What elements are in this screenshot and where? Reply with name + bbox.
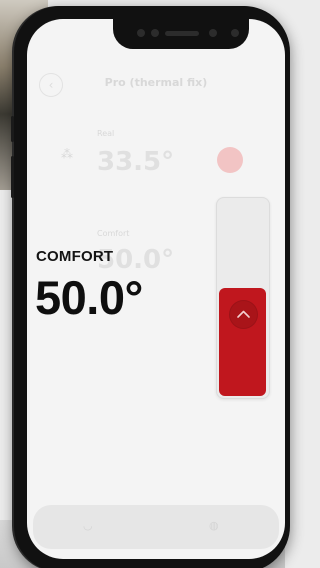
chevron-up-icon — [237, 310, 250, 318]
home-icon[interactable]: ◡ — [83, 519, 93, 532]
phone-notch — [113, 19, 249, 49]
phone-side-button — [11, 116, 14, 142]
slider-handle[interactable] — [229, 300, 258, 329]
thermometer-icon: ⁂ — [61, 147, 73, 161]
settings-icon[interactable]: ◍ — [209, 519, 219, 532]
mode-label: COMFORT — [36, 248, 114, 265]
notch-speaker — [165, 31, 199, 36]
temperature-slider[interactable] — [216, 197, 270, 399]
notch-sensor — [137, 29, 145, 37]
power-icon[interactable] — [217, 147, 243, 173]
temperature-value: 50.0° — [35, 271, 143, 324]
comfort-temp-label: Comfort — [97, 229, 130, 238]
real-temp-label: Real — [97, 129, 115, 138]
page-title: Pro (thermal fix) — [104, 76, 208, 89]
notch-sensor-2 — [209, 29, 217, 37]
bottom-bar: ◡ ◍ — [33, 505, 279, 549]
notch-sensor-3 — [231, 29, 239, 37]
phone-screen: ‹ Pro (thermal fix) Real 33.5° ⁂ Comfort… — [27, 19, 285, 559]
notch-camera — [151, 29, 159, 37]
phone-volume-button — [11, 156, 14, 198]
real-temp-value: 33.5° — [97, 147, 175, 177]
slider-fill[interactable] — [219, 288, 266, 396]
